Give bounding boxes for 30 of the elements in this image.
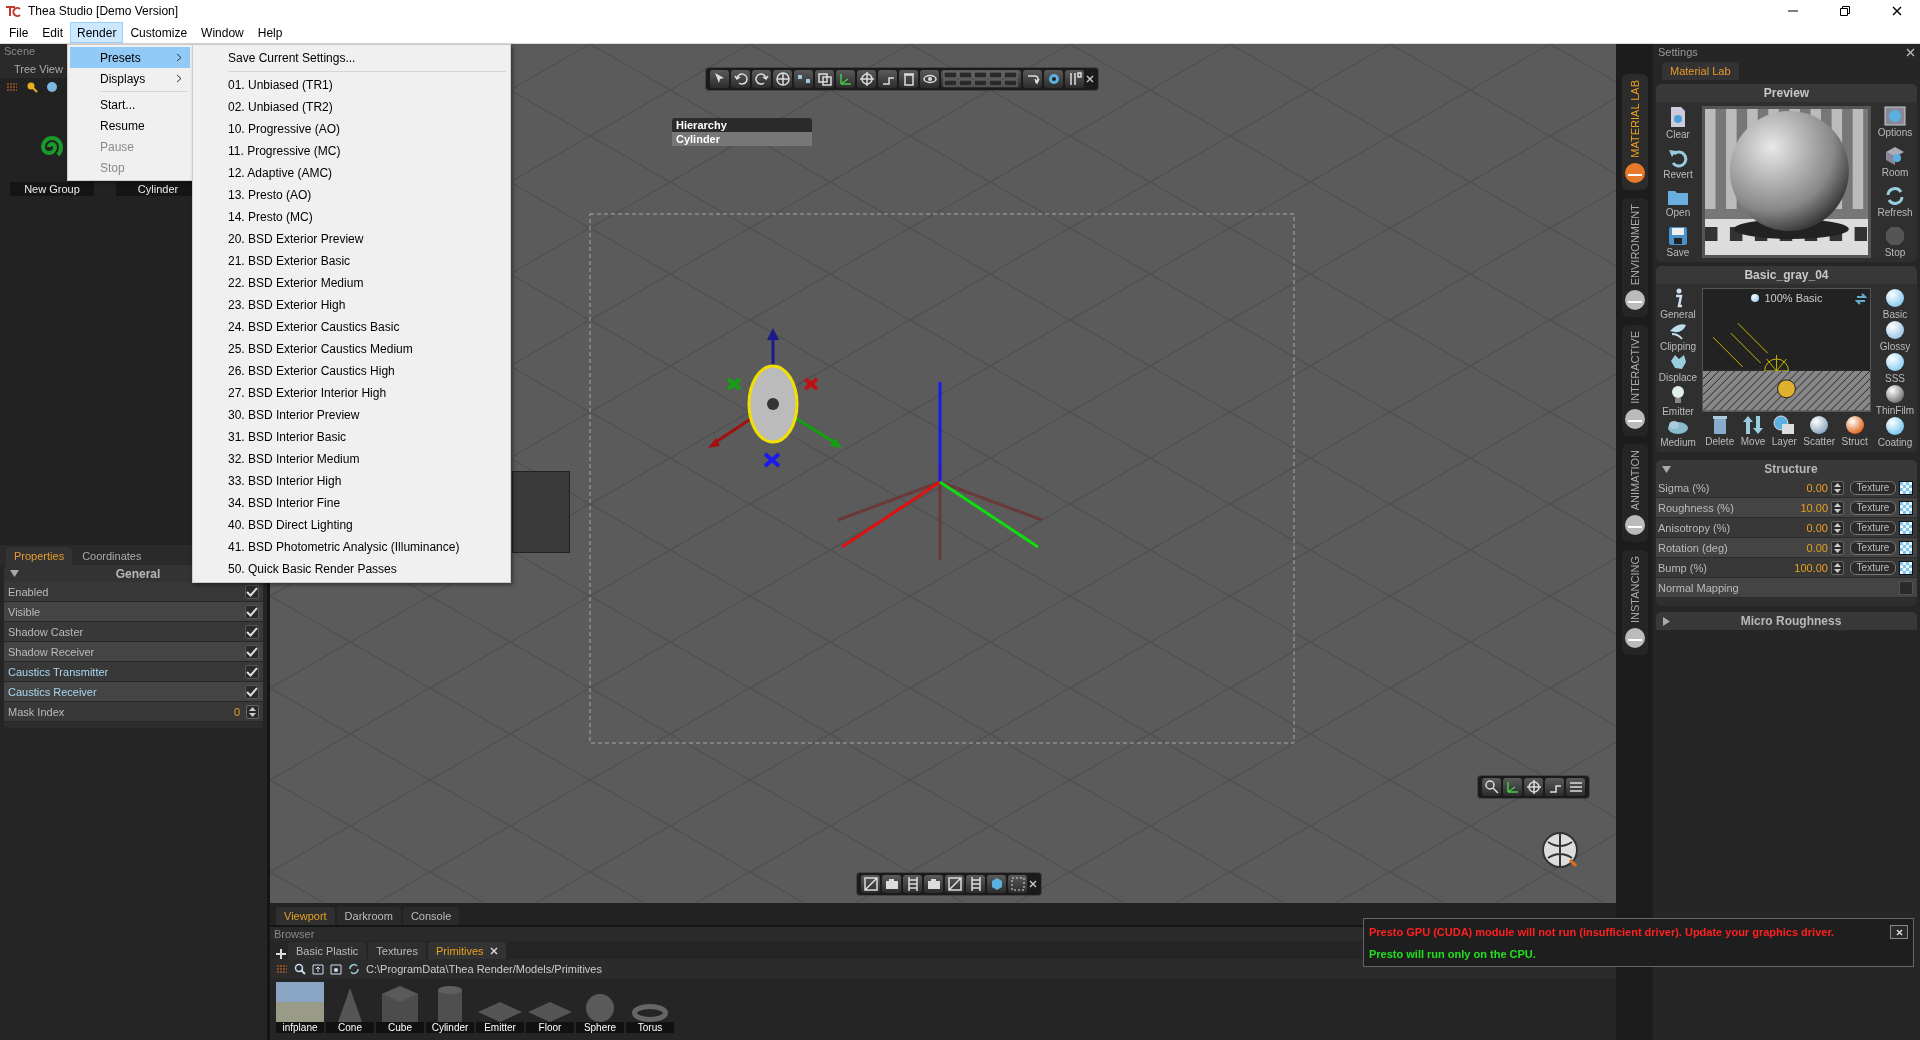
property-label: Roughness (%) bbox=[1658, 501, 1735, 514]
property-label: Shadow Receiver bbox=[8, 645, 96, 658]
section-title: Micro Roughness bbox=[1740, 614, 1842, 628]
property-label: Mask Index bbox=[8, 705, 66, 718]
panel-title: Settings bbox=[1658, 46, 1699, 58]
property-label: Shadow Caster bbox=[8, 625, 85, 638]
property-label: Anisotropy (%) bbox=[1658, 521, 1732, 534]
material-name: Basic_gray_04 bbox=[1744, 268, 1829, 282]
property-value: 0.00 bbox=[1806, 481, 1828, 494]
property-value: 0 bbox=[233, 705, 240, 718]
section-title: Structure bbox=[1764, 462, 1818, 476]
window-title: Thea Studio [Demo Version] bbox=[28, 4, 179, 18]
property-value: 0.00 bbox=[1806, 521, 1828, 534]
property-label: Normal Mapping bbox=[1658, 581, 1740, 594]
property-label: Enabled bbox=[8, 585, 50, 598]
section-title: General bbox=[115, 566, 161, 581]
property-label: Caustics Transmitter bbox=[8, 665, 110, 678]
property-value: 0.00 bbox=[1806, 541, 1828, 554]
property-value: 10.00 bbox=[1800, 501, 1828, 514]
folder-path: C:\ProgramData\Thea Render/Models/Primitives bbox=[366, 962, 602, 975]
panel-title: Preview bbox=[1763, 86, 1810, 100]
info-message: Presto will run only on the CPU. bbox=[1369, 947, 1536, 960]
property-label: Visible bbox=[8, 605, 42, 618]
property-label: Sigma (%) bbox=[1658, 481, 1711, 494]
property-label: Rotation (deg) bbox=[1658, 541, 1729, 554]
property-label: Bump (%) bbox=[1658, 561, 1708, 574]
hierarchy-title: Hierarchy bbox=[672, 118, 812, 132]
property-value: 100.00 bbox=[1794, 561, 1828, 574]
error-message: Presto GPU (CUDA) module will not run (insufficient driver). Update your graphics driver. bbox=[1369, 926, 1836, 939]
property-label: Caustics Receiver bbox=[8, 685, 98, 698]
